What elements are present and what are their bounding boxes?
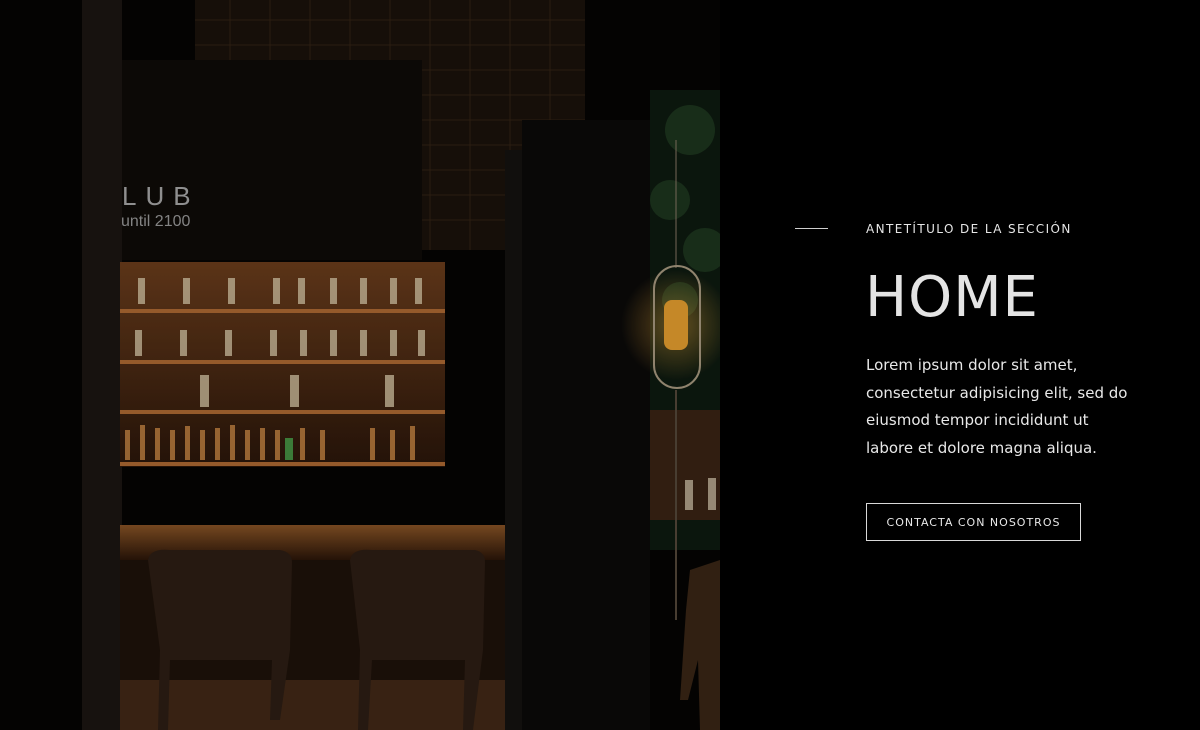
hero-image: LUB until 2100 [0,0,720,730]
eyebrow-line [795,228,828,229]
page-title: HOME [865,265,1039,330]
bar-interior-photo: LUB until 2100 [0,0,720,730]
section-eyebrow: ANTETÍTULO DE LA SECCIÓN [866,222,1072,236]
section-description: Lorem ipsum dolor sit amet, consectetur … [866,356,1128,457]
contact-button[interactable]: CONTACTA CON NOSOTROS [866,503,1081,541]
content-panel: ANTETÍTULO DE LA SECCIÓN HOME Lorem ipsu… [720,0,1200,730]
